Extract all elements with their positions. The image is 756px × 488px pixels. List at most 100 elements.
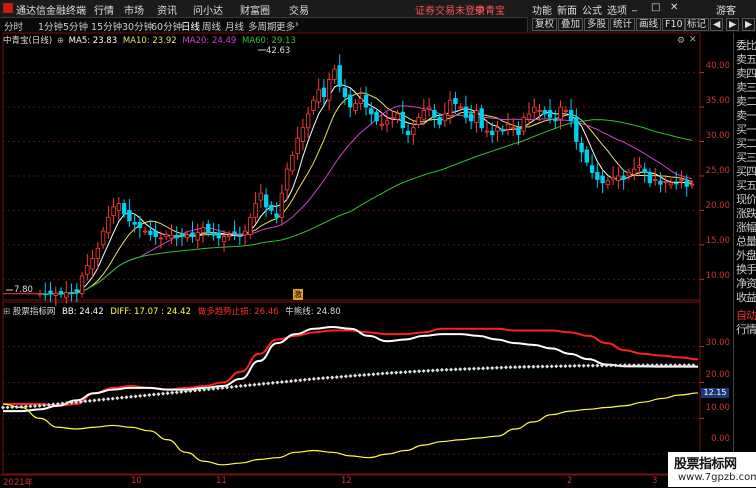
candle-body xyxy=(652,178,658,181)
bull-bear-marker xyxy=(129,394,134,399)
bull-bear-marker xyxy=(266,381,271,386)
bull-bear-marker xyxy=(14,404,19,409)
candle-body xyxy=(395,113,400,120)
bull-bear-marker xyxy=(115,396,120,401)
candle-body xyxy=(284,168,290,191)
bull-bear-marker xyxy=(1,405,5,410)
candle-body xyxy=(668,182,674,186)
candle-body xyxy=(674,182,679,185)
candle-body xyxy=(185,234,190,239)
candle-body xyxy=(69,292,74,294)
candle-body xyxy=(300,127,306,142)
candle-body xyxy=(95,247,101,260)
candle-body xyxy=(505,123,511,130)
bull-bear-marker xyxy=(389,370,394,375)
candle-body xyxy=(511,127,516,130)
candle-body xyxy=(484,130,490,133)
bull-bear-marker xyxy=(554,364,559,369)
candle-body xyxy=(58,290,64,295)
candle-body xyxy=(374,111,379,122)
candle-body xyxy=(106,216,111,234)
bull-bear-marker xyxy=(567,363,572,368)
y-tick-label: 10.00 xyxy=(705,271,730,281)
bull-bear-marker xyxy=(435,368,440,373)
candle-body xyxy=(348,94,353,108)
bull-bear-marker xyxy=(590,363,595,368)
candle-body xyxy=(605,180,611,185)
bull-bear-marker xyxy=(174,390,179,395)
x-tick-label: 2 xyxy=(567,476,573,486)
candle-body xyxy=(337,65,342,87)
candle-body xyxy=(169,234,174,239)
candle-body xyxy=(64,292,69,298)
candle-body xyxy=(353,103,358,111)
bull-bear-marker xyxy=(467,366,472,371)
y-tick-label: 15.00 xyxy=(705,236,730,246)
kline-chart[interactable] xyxy=(0,0,756,487)
candle-body xyxy=(584,149,590,163)
candle-body xyxy=(142,230,148,233)
bull-bear-marker xyxy=(581,363,586,368)
bull-bear-marker xyxy=(161,391,166,396)
bull-bear-marker xyxy=(97,397,102,402)
bull-bear-marker xyxy=(165,391,170,396)
y-tick-label: 30.00 xyxy=(705,338,730,348)
bull-bear-marker xyxy=(558,364,563,369)
watermark-title: 股票指标网 xyxy=(674,457,737,472)
bull-bear-marker xyxy=(371,372,376,377)
bull-bear-marker xyxy=(339,374,344,379)
candle-body xyxy=(274,213,279,218)
candle-body xyxy=(111,206,116,216)
candle-body xyxy=(421,110,427,120)
candle-body xyxy=(621,175,626,180)
y-tick-label: 20.00 xyxy=(705,201,730,211)
bull-bear-marker xyxy=(513,365,518,370)
bull-bear-marker xyxy=(343,374,348,379)
bull-bear-marker xyxy=(261,381,266,386)
bull-bear-marker xyxy=(490,365,495,370)
bull-bear-marker xyxy=(407,369,412,374)
bull-bear-marker xyxy=(508,365,513,370)
bull-bear-marker xyxy=(549,364,554,369)
bull-bear-marker xyxy=(522,364,527,369)
bull-bear-marker xyxy=(499,365,504,370)
bull-bear-marker xyxy=(526,364,531,369)
bull-bear-marker xyxy=(535,364,540,369)
candle-body xyxy=(195,232,200,241)
bull-bear-marker xyxy=(101,397,106,402)
y-tick-label: 10.00 xyxy=(705,403,730,413)
candle-body xyxy=(85,265,90,275)
bull-bear-marker xyxy=(321,376,326,381)
candle-body xyxy=(463,106,469,118)
event-marker[interactable]: 激 xyxy=(293,289,303,300)
bull-bear-marker xyxy=(142,393,147,398)
bull-bear-marker xyxy=(257,382,262,387)
x-tick-label: 3 xyxy=(652,476,658,486)
bull-bear-marker xyxy=(540,364,545,369)
candle-body xyxy=(416,116,421,125)
candle-body xyxy=(537,110,542,112)
bull-bear-marker xyxy=(545,364,550,369)
candle-body xyxy=(358,98,363,104)
candle-body xyxy=(179,234,185,237)
candle-body xyxy=(153,230,158,237)
candle-body xyxy=(216,232,221,239)
high-price-annotation: 42.63 xyxy=(266,46,291,56)
bull-bear-marker xyxy=(5,405,10,410)
candle-body xyxy=(116,203,122,211)
side-quote-button[interactable]: 行情 xyxy=(736,321,756,337)
bull-bear-marker xyxy=(138,393,143,398)
candle-body xyxy=(658,180,663,185)
candle-body xyxy=(589,165,595,173)
candle-body xyxy=(53,292,58,296)
bull-bear-marker xyxy=(170,390,175,395)
bull-bear-marker xyxy=(124,395,129,400)
candle-body xyxy=(558,106,563,120)
candle-body xyxy=(148,230,153,235)
current-value-tag: 12.15 xyxy=(701,388,729,398)
ma5-line xyxy=(39,83,693,295)
bull-bear-marker xyxy=(311,376,316,381)
bull-bear-marker xyxy=(462,367,467,372)
candle-body xyxy=(326,79,332,101)
bull-bear-marker xyxy=(243,383,248,388)
